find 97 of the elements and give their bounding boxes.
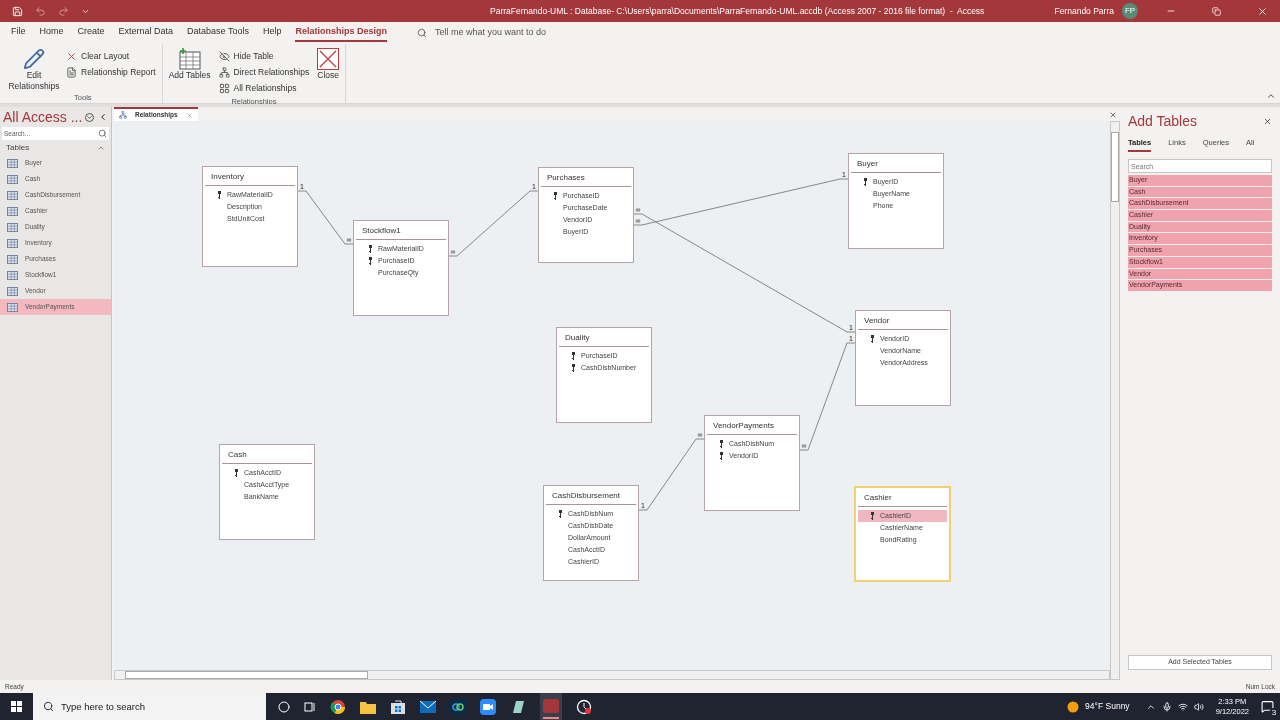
cortana-icon[interactable] [278,700,290,713]
menu-tab[interactable]: File [11,24,26,42]
mail-icon[interactable] [420,700,436,713]
table-icon [7,254,18,264]
notification-icon[interactable] [1261,700,1274,713]
menu-tab[interactable]: Help [262,24,282,42]
horizontal-scrollbar[interactable] [114,670,1110,680]
restore-icon[interactable] [1212,6,1221,16]
table-icon [7,190,18,200]
table-title: Stockflow1 [361,225,402,237]
user-name: Fernando Parra [1054,4,1114,18]
weather-text[interactable]: 94°F Sunny [1085,700,1130,713]
menu-tab[interactable]: External Data [118,24,174,42]
relationship-icon [119,111,127,119]
search-icon [98,129,107,138]
key-icon [719,452,724,460]
notes-icon[interactable] [510,698,526,715]
save-icon[interactable] [12,5,23,17]
collapse-icon[interactable] [98,112,108,122]
notification-badge: 3 [1269,708,1279,718]
table-title: Vendor [863,315,891,327]
table-icon [7,222,18,232]
ribbon-button[interactable]: Direct Relationships [216,65,312,80]
edit-relationships-icon [23,48,45,70]
table-title: Cashier [863,492,893,504]
database-app-icon[interactable] [540,693,562,720]
table-icon [7,286,18,296]
key-icon [558,510,563,518]
relationship-icon [218,67,230,78]
browser-icon[interactable] [330,698,346,715]
pane-title: Add Tables [1128,111,1197,131]
section-header[interactable]: Tables [6,142,30,154]
menu-tab[interactable]: Relationships Design [295,24,387,42]
collapse-ribbon-icon[interactable] [1266,91,1276,101]
close-icon[interactable] [1109,111,1117,119]
table-icon [7,174,18,184]
vertical-scrollbar[interactable] [1110,121,1120,680]
ribbon-button[interactable]: Close [315,46,342,96]
table-icon [7,158,18,168]
avatar[interactable]: FP [1122,3,1138,19]
ribbon-button[interactable]: Add Tables [166,46,213,96]
ribbon-button[interactable]: Edit Relationships [8,46,60,92]
key-icon [571,352,576,360]
ribbon-button[interactable]: Clear Layout [64,49,158,64]
table-icon [7,270,18,280]
close-icon [66,51,77,62]
nav-title[interactable]: All Access ... [3,106,85,128]
table-add-icon [178,48,201,70]
table-title: Buyer [856,158,879,170]
microphone-icon[interactable] [1161,701,1172,712]
key-icon [368,257,373,265]
key-icon [217,191,222,199]
key-icon [870,512,875,520]
collapse-icon[interactable] [97,144,105,152]
key-icon [553,192,558,200]
menu-tab[interactable]: Database Tools [187,24,249,42]
taskbar-search-field[interactable]: Type here to search [33,693,266,720]
report-icon [66,67,77,78]
sun-icon [1067,700,1080,713]
close-icon [317,48,340,70]
menu-tab[interactable]: Create [77,24,105,42]
hide-icon [218,51,230,62]
key-icon [571,364,576,372]
volume-icon[interactable] [1193,701,1204,712]
ribbon-button[interactable]: Hide Table [216,49,312,64]
search-icon [43,701,54,712]
clock-app-icon[interactable] [576,698,592,715]
key-icon [719,440,724,448]
close-icon[interactable] [1257,5,1268,17]
table-title: VendorPayments [712,420,775,432]
table-title: Inventory [210,171,245,183]
key-icon [368,245,373,253]
close-icon[interactable] [1263,116,1272,126]
table-icon [7,302,18,312]
window-title: ParraFernando-UML : Database- C:\Users\parra\Documents\ParraFernando-UML.accdb (Access 2007 - 2016 file format) - Access [489,4,986,18]
task-view-icon[interactable] [304,700,316,713]
search-icon [417,28,427,38]
table-icon [7,206,18,216]
table-title: CashDisbursement [551,490,622,502]
key-icon [234,469,239,477]
table-icon [7,238,18,248]
video-call-icon[interactable] [480,698,496,715]
key-icon [870,335,875,343]
table-title: Cash [227,449,248,461]
table-title: Purchases [546,172,586,184]
network-icon[interactable] [1177,701,1188,712]
ribbon-button[interactable]: Relationship Report [64,65,158,80]
windows-icon[interactable] [11,701,22,712]
key-icon [863,178,868,186]
tell-me-field[interactable]: Tell me what you want to do [435,26,635,40]
ribbon-button[interactable]: All Relationships [216,81,312,96]
grid-icon [218,83,230,94]
app-icon[interactable] [450,698,466,715]
folder-icon[interactable] [360,699,376,714]
menu-tab[interactable]: Home [39,24,64,42]
store-icon[interactable] [390,698,406,715]
table-title: Duality [564,332,591,344]
